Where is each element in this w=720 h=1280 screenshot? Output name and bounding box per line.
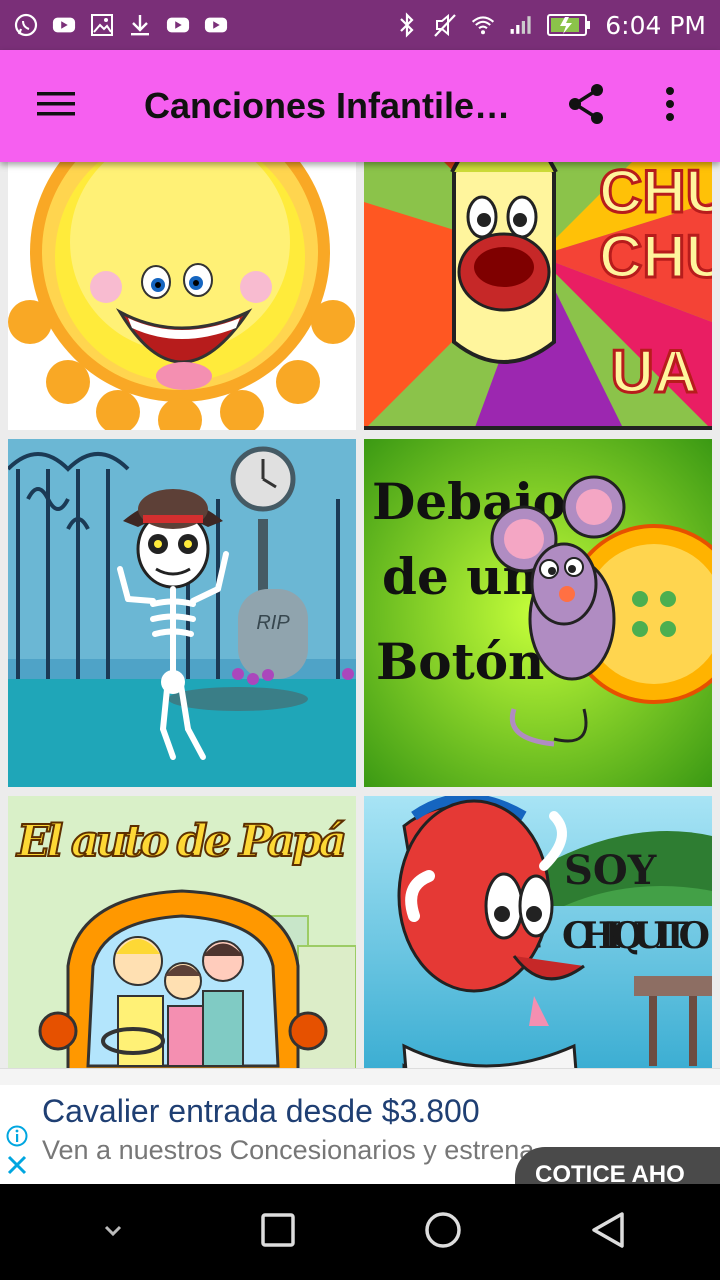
whatsapp-icon — [14, 13, 38, 37]
chu-line-1: CHU — [599, 162, 712, 225]
soy-chiquito-thumbnail: SOY CHIQUITO — [364, 796, 712, 1068]
share-icon — [566, 82, 606, 131]
soy-line-1: SOY — [564, 847, 657, 894]
soy-line-2: CHIQUITO — [562, 915, 710, 957]
download-icon — [128, 13, 152, 37]
skeleton-thumbnail: RIP — [8, 439, 356, 787]
recents-icon — [260, 1212, 295, 1252]
menu-button[interactable] — [0, 50, 112, 162]
song-tile-sun[interactable] — [8, 162, 356, 430]
song-tile-chu-chu-ua[interactable]: CHU CHU UA — [364, 162, 712, 430]
hide-keyboard-button[interactable] — [73, 1192, 153, 1272]
app-bar: Canciones Infantile… — [0, 50, 720, 162]
song-tile-debajo-de-un-boton[interactable]: Debajo de un Botón — [364, 439, 712, 787]
chu-line-2: CHU — [599, 223, 712, 290]
song-tile-skeleton[interactable]: RIP — [8, 439, 356, 787]
more-vert-icon — [664, 86, 676, 127]
debajo-line-3: Botón — [376, 632, 544, 691]
song-tile-soy-chiquito[interactable]: SOY CHIQUITO — [364, 796, 712, 1068]
notification-icons — [14, 13, 228, 37]
ad-cta-button[interactable]: COTICE AHO — [515, 1147, 720, 1184]
youtube-icon — [166, 13, 190, 37]
app-title: Canciones Infantile… — [144, 85, 511, 126]
back-button[interactable] — [568, 1192, 648, 1272]
share-button[interactable] — [544, 50, 628, 162]
close-icon[interactable] — [7, 1155, 27, 1180]
el-auto-de-papa-thumbnail: El auto de Papá — [8, 796, 356, 1068]
wifi-icon — [471, 13, 495, 37]
home-button[interactable] — [403, 1192, 483, 1272]
more-options-button[interactable] — [628, 50, 712, 162]
status-bar: 6:04 PM — [0, 0, 720, 50]
signal-icon — [509, 13, 533, 37]
system-nav-bar — [0, 1184, 720, 1280]
song-tile-el-auto-de-papa[interactable]: El auto de Papá — [8, 796, 356, 1068]
chevron-down-icon — [101, 1222, 125, 1243]
debajo-de-un-boton-thumbnail: Debajo de un Botón — [364, 439, 712, 787]
chu-line-3: UA — [611, 338, 698, 405]
chu-chu-ua-thumbnail: CHU CHU UA — [364, 162, 712, 430]
mute-icon — [433, 13, 457, 37]
youtube-icon — [52, 13, 76, 37]
songs-grid: CHU CHU UA RIP Debajo de un Botón El aut… — [0, 162, 720, 1068]
info-icon[interactable] — [6, 1125, 28, 1152]
tomb-text: RIP — [256, 612, 290, 634]
ad-description: Ven a nuestros Concesionarios y estrena — [42, 1135, 535, 1165]
youtube-icon — [204, 13, 228, 37]
sun-thumbnail — [8, 162, 356, 430]
gallery-icon — [90, 13, 114, 37]
auto-title: El auto de Papá — [15, 816, 347, 867]
bluetooth-icon — [395, 12, 419, 38]
back-icon — [590, 1211, 626, 1254]
system-icons: 6:04 PM — [395, 11, 706, 40]
ad-title[interactable]: Cavalier entrada desde $3.800 — [42, 1093, 480, 1130]
hamburger-icon — [36, 89, 76, 124]
battery-icon — [547, 13, 591, 37]
clock: 6:04 PM — [605, 10, 706, 40]
ad-banner[interactable]: Cavalier entrada desde $3.800 Ven a nues… — [0, 1068, 720, 1184]
ad-content[interactable]: Cavalier entrada desde $3.800 Ven a nues… — [0, 1085, 720, 1184]
recents-button[interactable] — [238, 1192, 318, 1272]
home-icon — [424, 1211, 462, 1254]
